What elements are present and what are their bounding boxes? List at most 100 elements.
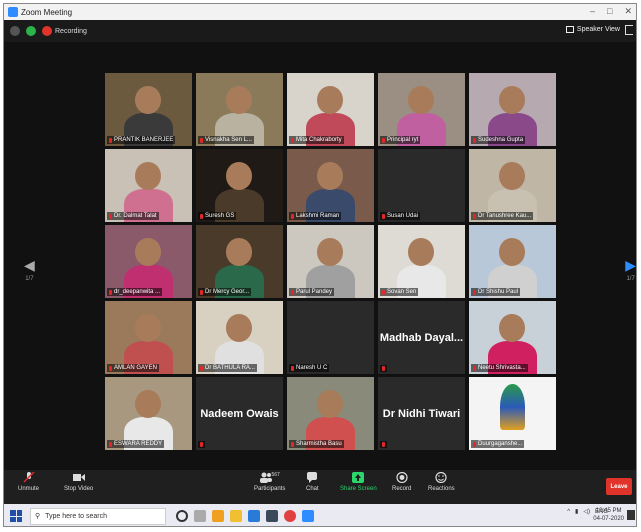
taskbar-search-box[interactable]: ⚲ Type here to search bbox=[30, 507, 166, 525]
close-icon[interactable]: ✕ bbox=[624, 6, 632, 17]
participant-tile[interactable]: Naresh U C bbox=[287, 301, 374, 374]
participant-name: Neetu Shrivasta... bbox=[478, 365, 526, 371]
unmute-label: Unmute bbox=[18, 486, 40, 492]
participant-tile[interactable]: Suresh GS bbox=[196, 149, 283, 222]
participant-name-tag: Lakshmi Raman bbox=[289, 212, 342, 220]
muted-mic-icon bbox=[200, 365, 203, 371]
security-shield-icon[interactable] bbox=[26, 26, 36, 36]
participant-tile[interactable]: Neetu Shrivasta... bbox=[469, 301, 556, 374]
participant-tile[interactable]: Nadeem Owais bbox=[196, 377, 283, 450]
participant-tile[interactable]: Dr Nidhi Tiwari bbox=[378, 377, 465, 450]
participant-name: Dr. Dalmat Talat bbox=[114, 213, 157, 219]
gallery-stage: ◀ 1/7 PRANTIK BANERJEE Visnakha Sen L... Mi… bbox=[4, 42, 636, 470]
maximize-icon[interactable]: □ bbox=[607, 6, 612, 17]
reactions-button[interactable]: Reactions bbox=[428, 472, 455, 492]
previous-page-button[interactable]: ◀ 1/7 bbox=[24, 257, 35, 282]
participant-name-tag: Dr. Dalmat Talat bbox=[107, 212, 159, 220]
stop-video-button[interactable]: Stop Video bbox=[64, 472, 93, 492]
participant-tile[interactable]: Sovan Sen bbox=[378, 225, 465, 298]
peacock-logo-icon bbox=[500, 384, 525, 430]
cortana-icon[interactable] bbox=[176, 510, 188, 522]
volume-icon[interactable]: ◁) bbox=[583, 508, 590, 515]
participant-name: Parul Pandey bbox=[296, 289, 333, 295]
participant-face bbox=[407, 238, 434, 266]
participant-display-name: Nadeem Owais bbox=[200, 407, 279, 420]
unmute-button[interactable]: Unmute bbox=[18, 472, 39, 492]
participant-tile[interactable]: Madhab Dayal... bbox=[378, 301, 465, 374]
notification-icon[interactable] bbox=[627, 510, 635, 520]
system-clock[interactable]: 12:45 PM 04-07-2020 bbox=[593, 507, 624, 523]
participant-name-tag: Dr Mercy Geor... bbox=[198, 288, 252, 296]
participant-tile[interactable]: Duurgaganshe... bbox=[469, 377, 556, 450]
page-indicator-left: 1/7 bbox=[25, 276, 34, 282]
participant-face bbox=[498, 86, 525, 114]
leave-button[interactable]: Leave bbox=[606, 478, 632, 495]
chat-button[interactable]: Chat bbox=[306, 472, 319, 492]
participant-tile[interactable]: Dr Tanushree Kau... bbox=[469, 149, 556, 222]
participant-name-tag: Sovan Sen bbox=[380, 288, 419, 296]
participant-tile[interactable]: Principal ryt bbox=[378, 73, 465, 146]
chrome-icon[interactable] bbox=[284, 510, 296, 522]
stop-video-label: Stop Video bbox=[64, 486, 94, 492]
participant-tile[interactable]: Lakshmi Raman bbox=[287, 149, 374, 222]
chat-bubble-icon bbox=[307, 472, 318, 483]
info-icon[interactable] bbox=[10, 26, 20, 36]
participant-tile[interactable]: Dr Shishu Paul bbox=[469, 225, 556, 298]
participant-tile[interactable]: Dr. Dalmat Talat bbox=[105, 149, 192, 222]
participant-tile[interactable]: AMLAN GAYEN bbox=[105, 301, 192, 374]
participant-name-tag: PRANTIK BANERJEE bbox=[107, 136, 176, 144]
muted-mic-icon bbox=[291, 213, 294, 219]
participant-tile[interactable]: Parul Pandey bbox=[287, 225, 374, 298]
participant-name: Lakshmi Raman bbox=[296, 213, 340, 219]
participant-name-tag: Dr BATHULA RA... bbox=[198, 364, 257, 372]
search-placeholder: Type here to search bbox=[45, 512, 108, 520]
participant-name: Dr Mercy Geor... bbox=[205, 289, 250, 295]
tray-chevron-icon[interactable]: ^ bbox=[567, 509, 570, 515]
app-icon-blue[interactable] bbox=[248, 510, 260, 522]
window-title: Zoom Meeting bbox=[21, 7, 73, 17]
fullscreen-icon[interactable] bbox=[625, 25, 633, 35]
muted-mic-icon bbox=[382, 137, 385, 143]
participant-name: Dr Shishu Paul bbox=[478, 289, 519, 295]
participants-button[interactable]: 567 Participants bbox=[254, 472, 285, 492]
participant-name: Naresh U C bbox=[296, 365, 328, 371]
participant-face bbox=[134, 314, 161, 342]
record-button[interactable]: Record bbox=[392, 472, 411, 492]
task-view-icon[interactable] bbox=[194, 510, 206, 522]
participant-name-tag: Dr Shishu Paul bbox=[471, 288, 521, 296]
share-screen-button[interactable]: Share Screen bbox=[340, 472, 377, 492]
participant-name: Susan Udai bbox=[387, 213, 419, 219]
app-icon-dark[interactable] bbox=[266, 510, 278, 522]
participant-tile[interactable]: Dr Mercy Geor... bbox=[196, 225, 283, 298]
participant-tile[interactable]: Susan Udai bbox=[378, 149, 465, 222]
speaker-view-button[interactable]: Speaker View bbox=[565, 26, 620, 33]
participant-tile[interactable]: dr_deepanwita ... bbox=[105, 225, 192, 298]
file-explorer-icon[interactable] bbox=[230, 510, 242, 522]
participant-name-tag bbox=[198, 441, 205, 448]
participant-face bbox=[225, 86, 252, 114]
muted-mic-icon bbox=[200, 137, 203, 143]
reactions-label: Reactions bbox=[428, 486, 455, 492]
muted-mic-icon bbox=[291, 365, 294, 371]
participant-face bbox=[225, 238, 252, 266]
minimize-icon[interactable]: – bbox=[590, 6, 595, 17]
participant-tile[interactable]: PRANTIK BANERJEE bbox=[105, 73, 192, 146]
participant-tile[interactable]: Dr BATHULA RA... bbox=[196, 301, 283, 374]
muted-mic-icon bbox=[291, 137, 294, 143]
participant-tile[interactable]: Sharmistha Basu bbox=[287, 377, 374, 450]
participant-tile[interactable]: ESWARA REDDY bbox=[105, 377, 192, 450]
next-page-button[interactable]: ▶ 1/7 bbox=[625, 257, 636, 282]
muted-mic-icon bbox=[291, 289, 294, 295]
participant-tile[interactable]: Sudeshna Gupta bbox=[469, 73, 556, 146]
app-icon-orange[interactable] bbox=[212, 510, 224, 522]
muted-mic-icon bbox=[109, 213, 112, 219]
muted-mic-icon bbox=[473, 441, 476, 447]
participant-tile[interactable]: Mita Chakraborty bbox=[287, 73, 374, 146]
participant-face bbox=[316, 86, 343, 114]
network-icon[interactable]: ▮ bbox=[575, 508, 578, 515]
zoom-taskbar-icon[interactable] bbox=[302, 510, 314, 522]
video-camera-icon bbox=[72, 474, 85, 481]
participant-name-tag: Mita Chakraborty bbox=[289, 136, 344, 144]
windows-start-icon[interactable] bbox=[10, 510, 22, 522]
participant-tile[interactable]: Visnakha Sen L... bbox=[196, 73, 283, 146]
